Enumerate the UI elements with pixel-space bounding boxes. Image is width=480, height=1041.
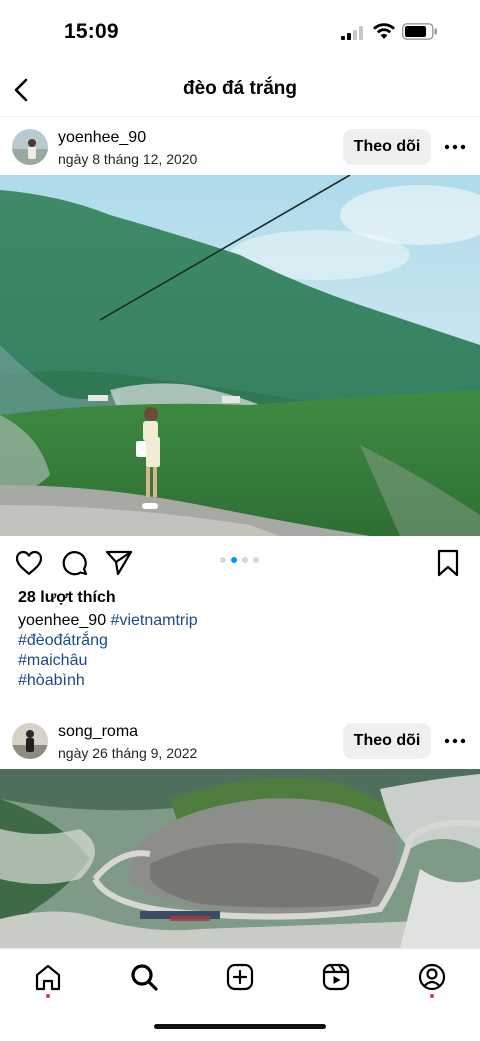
- post-date: ngày 26 tháng 9, 2022: [58, 745, 198, 761]
- status-bar: 15:09: [0, 0, 480, 64]
- post-header: song_roma ngày 26 tháng 9, 2022 Theo dõi: [0, 711, 480, 769]
- post-username[interactable]: song_roma: [58, 723, 138, 741]
- create-post-icon[interactable]: [225, 962, 255, 992]
- post-caption: yoenhee_90 #vietnamtrip #đèođátrắng #mai…: [18, 611, 198, 691]
- back-arrow-icon[interactable]: [10, 76, 36, 104]
- aerial-mountain-pass-image: [0, 769, 480, 948]
- hashtag[interactable]: #maichâu: [18, 651, 198, 671]
- page-title: đèo đá trắng: [182, 78, 297, 99]
- home-indicator: [154, 1024, 326, 1029]
- hashtag[interactable]: #đèođátrắng: [18, 631, 198, 651]
- post-username[interactable]: yoenhee_90: [58, 129, 146, 147]
- post-photo[interactable]: [0, 175, 480, 536]
- search-icon[interactable]: [129, 962, 159, 992]
- caption-username[interactable]: yoenhee_90: [18, 612, 106, 629]
- top-header: đèo đá trắng: [0, 64, 480, 117]
- carousel-dot: [220, 557, 226, 563]
- home-icon[interactable]: [33, 962, 63, 992]
- reels-icon[interactable]: [321, 962, 351, 992]
- avatar[interactable]: [12, 129, 48, 165]
- like-count[interactable]: 28 lượt thích: [18, 589, 116, 607]
- post-date: ngày 8 tháng 12, 2020: [58, 151, 198, 167]
- carousel-dot: [253, 557, 259, 563]
- follow-button[interactable]: Theo dõi: [343, 723, 431, 759]
- home-notification-dot: [46, 994, 50, 998]
- carousel-indicator: [220, 557, 264, 565]
- avatar[interactable]: [12, 723, 48, 759]
- more-options-icon[interactable]: [442, 135, 468, 159]
- battery-icon: [402, 23, 437, 40]
- carousel-dot: [242, 557, 248, 563]
- profile-notification-dot: [430, 994, 434, 998]
- follow-button[interactable]: Theo dõi: [343, 129, 431, 165]
- status-time: 15:09: [64, 20, 119, 43]
- carousel-dot-active: [231, 557, 237, 563]
- profile-icon[interactable]: [417, 962, 447, 992]
- more-options-icon[interactable]: [442, 729, 468, 753]
- post-header: yoenhee_90 ngày 8 tháng 12, 2020 Theo dõ…: [0, 117, 480, 175]
- hashtag[interactable]: #hòabình: [18, 671, 198, 691]
- share-send-icon[interactable]: [104, 548, 134, 578]
- like-heart-icon[interactable]: [14, 548, 44, 578]
- mountain-landscape-image: [0, 175, 480, 536]
- hashtag[interactable]: #vietnamtrip: [111, 612, 198, 629]
- wifi-icon: [373, 23, 395, 39]
- cellular-signal-icon: [341, 26, 363, 40]
- bookmark-icon[interactable]: [433, 548, 463, 578]
- comment-icon[interactable]: [59, 548, 89, 578]
- post-photo[interactable]: [0, 769, 480, 948]
